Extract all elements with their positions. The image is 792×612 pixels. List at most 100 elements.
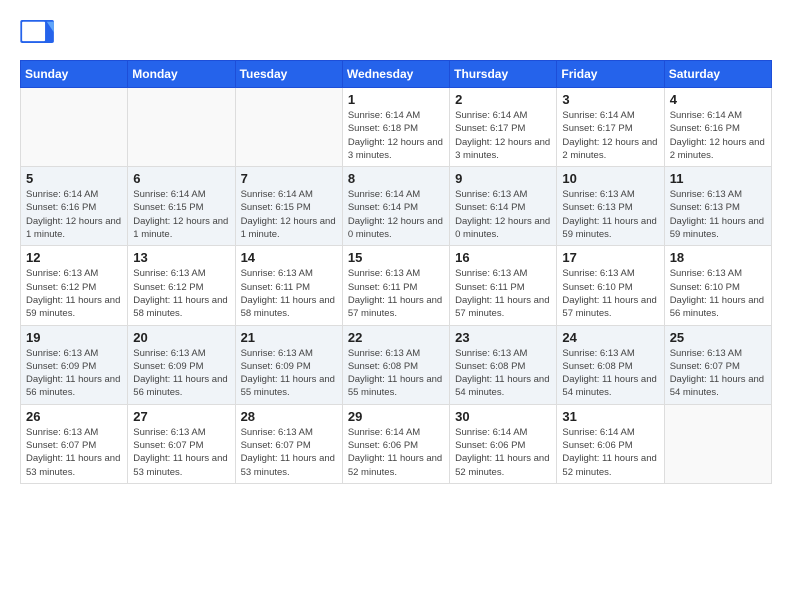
day-info: Sunrise: 6:13 AM Sunset: 6:12 PM Dayligh… [26, 267, 122, 320]
day-info: Sunrise: 6:13 AM Sunset: 6:08 PM Dayligh… [455, 347, 551, 400]
day-number: 19 [26, 330, 122, 345]
day-info: Sunrise: 6:13 AM Sunset: 6:12 PM Dayligh… [133, 267, 229, 320]
day-number: 11 [670, 171, 766, 186]
calendar-day-cell: 2 Sunrise: 6:14 AM Sunset: 6:17 PM Daylig… [450, 88, 557, 167]
calendar-day-cell: 4 Sunrise: 6:14 AM Sunset: 6:16 PM Daylig… [664, 88, 771, 167]
calendar-week-row: 1 Sunrise: 6:14 AM Sunset: 6:18 PM Daylig… [21, 88, 772, 167]
day-number: 21 [241, 330, 337, 345]
day-info: Sunrise: 6:13 AM Sunset: 6:08 PM Dayligh… [348, 347, 444, 400]
day-number: 13 [133, 250, 229, 265]
calendar-day-cell [664, 404, 771, 483]
day-info: Sunrise: 6:14 AM Sunset: 6:17 PM Dayligh… [455, 109, 551, 162]
day-number: 6 [133, 171, 229, 186]
day-number: 23 [455, 330, 551, 345]
calendar-day-cell: 31 Sunrise: 6:14 AM Sunset: 6:06 PM Dayli… [557, 404, 664, 483]
day-info: Sunrise: 6:13 AM Sunset: 6:11 PM Dayligh… [455, 267, 551, 320]
day-info: Sunrise: 6:14 AM Sunset: 6:15 PM Dayligh… [133, 188, 229, 241]
calendar-day-cell: 13 Sunrise: 6:13 AM Sunset: 6:12 PM Dayli… [128, 246, 235, 325]
day-info: Sunrise: 6:14 AM Sunset: 6:06 PM Dayligh… [455, 426, 551, 479]
day-number: 1 [348, 92, 444, 107]
calendar-day-cell: 7 Sunrise: 6:14 AM Sunset: 6:15 PM Daylig… [235, 167, 342, 246]
calendar-day-cell: 17 Sunrise: 6:13 AM Sunset: 6:10 PM Dayli… [557, 246, 664, 325]
calendar-day-cell: 16 Sunrise: 6:13 AM Sunset: 6:11 PM Dayli… [450, 246, 557, 325]
day-number: 29 [348, 409, 444, 424]
day-info: Sunrise: 6:13 AM Sunset: 6:10 PM Dayligh… [670, 267, 766, 320]
calendar-day-cell: 19Sunrise: 6:13 AM Sunset: 6:09 PM Dayli… [21, 325, 128, 404]
calendar-day-cell: 26Sunrise: 6:13 AM Sunset: 6:07 PM Dayli… [21, 404, 128, 483]
day-number: 26 [26, 409, 122, 424]
day-number: 14 [241, 250, 337, 265]
day-number: 17 [562, 250, 658, 265]
day-info: Sunrise: 6:13 AM Sunset: 6:13 PM Dayligh… [670, 188, 766, 241]
day-number: 20 [133, 330, 229, 345]
day-number: 12 [26, 250, 122, 265]
day-info: Sunrise: 6:14 AM Sunset: 6:16 PM Dayligh… [670, 109, 766, 162]
weekday-header: Sunday [21, 61, 128, 88]
day-info: Sunrise: 6:13 AM Sunset: 6:09 PM Dayligh… [241, 347, 337, 400]
day-number: 18 [670, 250, 766, 265]
day-info: Sunrise: 6:14 AM Sunset: 6:15 PM Dayligh… [241, 188, 337, 241]
day-number: 2 [455, 92, 551, 107]
day-info: Sunrise: 6:14 AM Sunset: 6:18 PM Dayligh… [348, 109, 444, 162]
page-header [20, 20, 772, 50]
day-number: 5 [26, 171, 122, 186]
day-info: Sunrise: 6:14 AM Sunset: 6:17 PM Dayligh… [562, 109, 658, 162]
day-info: Sunrise: 6:13 AM Sunset: 6:11 PM Dayligh… [348, 267, 444, 320]
weekday-header: Tuesday [235, 61, 342, 88]
day-number: 16 [455, 250, 551, 265]
day-info: Sunrise: 6:13 AM Sunset: 6:07 PM Dayligh… [133, 426, 229, 479]
day-number: 24 [562, 330, 658, 345]
calendar-day-cell: 30Sunrise: 6:14 AM Sunset: 6:06 PM Dayli… [450, 404, 557, 483]
weekday-header: Wednesday [342, 61, 449, 88]
day-info: Sunrise: 6:13 AM Sunset: 6:11 PM Dayligh… [241, 267, 337, 320]
day-info: Sunrise: 6:14 AM Sunset: 6:06 PM Dayligh… [562, 426, 658, 479]
calendar-day-cell: 3 Sunrise: 6:14 AM Sunset: 6:17 PM Daylig… [557, 88, 664, 167]
day-info: Sunrise: 6:14 AM Sunset: 6:14 PM Dayligh… [348, 188, 444, 241]
day-number: 9 [455, 171, 551, 186]
calendar-day-cell: 9 Sunrise: 6:13 AM Sunset: 6:14 PM Daylig… [450, 167, 557, 246]
day-number: 28 [241, 409, 337, 424]
calendar-day-cell: 12 Sunrise: 6:13 AM Sunset: 6:12 PM Dayli… [21, 246, 128, 325]
weekday-header-row: SundayMondayTuesdayWednesdayThursdayFrid… [21, 61, 772, 88]
calendar-day-cell: 18 Sunrise: 6:13 AM Sunset: 6:10 PM Dayli… [664, 246, 771, 325]
calendar-day-cell: 24 Sunrise: 6:13 AM Sunset: 6:08 PM Dayli… [557, 325, 664, 404]
day-number: 22 [348, 330, 444, 345]
weekday-header: Monday [128, 61, 235, 88]
day-number: 4 [670, 92, 766, 107]
calendar-day-cell: 10 Sunrise: 6:13 AM Sunset: 6:13 PM Dayli… [557, 167, 664, 246]
day-info: Sunrise: 6:13 AM Sunset: 6:13 PM Dayligh… [562, 188, 658, 241]
day-info: Sunrise: 6:13 AM Sunset: 6:07 PM Dayligh… [241, 426, 337, 479]
day-info: Sunrise: 6:13 AM Sunset: 6:14 PM Dayligh… [455, 188, 551, 241]
day-info: Sunrise: 6:13 AM Sunset: 6:09 PM Dayligh… [133, 347, 229, 400]
day-info: Sunrise: 6:13 AM Sunset: 6:07 PM Dayligh… [670, 347, 766, 400]
day-number: 31 [562, 409, 658, 424]
weekday-header: Thursday [450, 61, 557, 88]
calendar-day-cell [21, 88, 128, 167]
day-info: Sunrise: 6:14 AM Sunset: 6:06 PM Dayligh… [348, 426, 444, 479]
calendar-day-cell: 29 Sunrise: 6:14 AM Sunset: 6:06 PM Dayli… [342, 404, 449, 483]
calendar-day-cell: 25Sunrise: 6:13 AM Sunset: 6:07 PM Dayli… [664, 325, 771, 404]
calendar-day-cell: 21 Sunrise: 6:13 AM Sunset: 6:09 PM Dayli… [235, 325, 342, 404]
day-number: 10 [562, 171, 658, 186]
calendar-day-cell: 1 Sunrise: 6:14 AM Sunset: 6:18 PM Daylig… [342, 88, 449, 167]
calendar-day-cell: 15 Sunrise: 6:13 AM Sunset: 6:11 PM Dayli… [342, 246, 449, 325]
calendar-week-row: 19 Sunrise: 6:13 AM Sunset: 6:09 PM Dayli… [21, 325, 772, 404]
day-number: 7 [241, 171, 337, 186]
calendar-week-row: 26 Sunrise: 6:13 AM Sunset: 6:07 PM Dayli… [21, 404, 772, 483]
weekday-header: Friday [557, 61, 664, 88]
calendar-day-cell: 28 Sunrise: 6:13 AM Sunset: 6:07 PM Dayli… [235, 404, 342, 483]
calendar-day-cell: 5Sunrise: 6:14 AM Sunset: 6:16 PM Daylig… [21, 167, 128, 246]
day-info: Sunrise: 6:13 AM Sunset: 6:08 PM Dayligh… [562, 347, 658, 400]
logo-icon [20, 20, 56, 50]
day-number: 8 [348, 171, 444, 186]
calendar-table: SundayMondayTuesdayWednesdayThursdayFrid… [20, 60, 772, 484]
day-info: Sunrise: 6:13 AM Sunset: 6:10 PM Dayligh… [562, 267, 658, 320]
day-number: 15 [348, 250, 444, 265]
day-number: 27 [133, 409, 229, 424]
calendar-day-cell [128, 88, 235, 167]
calendar-day-cell: 14 Sunrise: 6:13 AM Sunset: 6:11 PM Dayli… [235, 246, 342, 325]
calendar-day-cell: 23 Sunrise: 6:13 AM Sunset: 6:08 PM Dayli… [450, 325, 557, 404]
calendar-day-cell: 11 Sunrise: 6:13 AM Sunset: 6:13 PM Dayli… [664, 167, 771, 246]
calendar-day-cell: 6 Sunrise: 6:14 AM Sunset: 6:15 PM Daylig… [128, 167, 235, 246]
day-number: 3 [562, 92, 658, 107]
